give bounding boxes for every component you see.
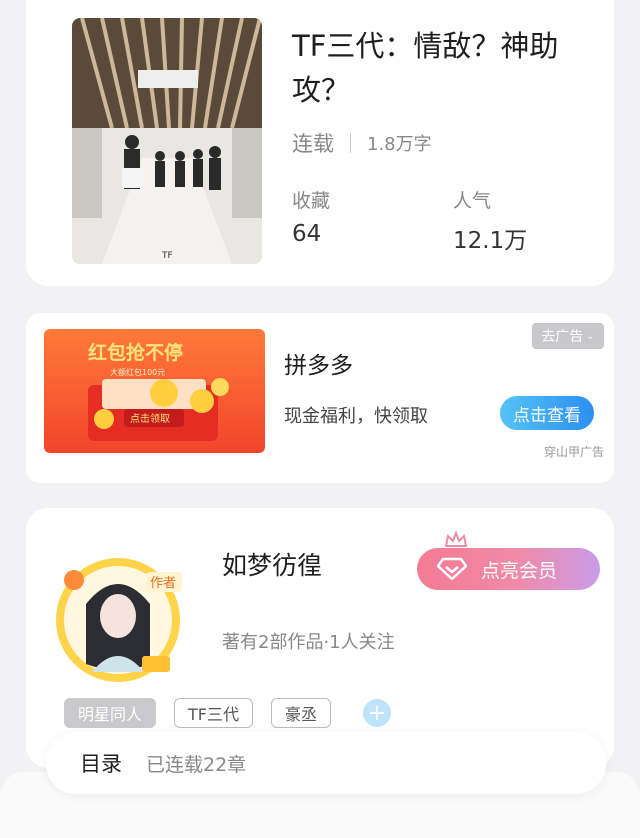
cover-brand-text: TF [161,251,173,261]
book-cover[interactable]: TF [72,18,262,264]
ad-image-button: 点击领取 [130,412,170,425]
ad-description: 现金福利，快领取 [284,406,428,427]
add-tag-icon[interactable]: + [363,699,392,727]
popularity-stat: 人气 12.1万 [453,186,527,255]
author-card: 作者 如梦彷徨 著有2部作品·1人关注 点亮会员 明星同人 TF三代 豪丞 + [26,508,614,768]
ad-source: 穿山甲广告 [543,445,604,459]
toc-chapter-count: 已连载22章 [146,753,247,776]
favorites-label: 收藏 [292,190,331,212]
favorites-value: 64 [292,221,322,247]
book-meta: 连载 1.8万字 [292,128,432,158]
ad-cta-button[interactable]: 点击查看 [500,396,594,430]
tag-item[interactable]: 明星同人 [64,698,157,728]
book-title: TF三代：情敌？神助攻？ [292,29,559,107]
author-avatar[interactable]: 作者 [46,544,190,688]
favorites-stat: 收藏 64 [292,186,330,247]
vip-label: 点亮会员 [481,559,558,582]
tag-list: 明星同人 TF三代 豪丞 + [64,698,392,728]
author-badge-text: 作者 [150,576,176,591]
author-works: 著有2部作品·1人关注 [222,632,395,653]
ad-card[interactable]: 红包抢不停 大额红包100元 点击领取 拼多多 现金福利，快领取 去广告 ⌄ 点… [26,313,614,483]
tag-item[interactable]: 豪丞 [271,698,332,728]
popularity-value: 12.1万 [453,228,528,254]
author-name: 如梦彷徨 [222,551,323,580]
ad-image[interactable]: 红包抢不停 大额红包100元 点击领取 [44,329,265,453]
meta-divider [350,133,351,153]
ad-title: 拼多多 [284,353,353,379]
toc-bar[interactable]: 目录 已连载22章 [46,732,606,794]
remove-ad-button[interactable]: 去广告 ⌄ [532,323,604,349]
ad-image-subtext: 大额红包100元 [110,367,165,377]
tag-item[interactable]: TF三代 [174,698,253,728]
diamond-icon [437,557,467,581]
popularity-label: 人气 [453,190,492,212]
book-info-card: TF TF三代：情敌？神助攻？ 连载 1.8万字 收藏 64 人气 12.1万 [26,0,614,286]
chevron-down-icon: ⌄ [586,330,595,342]
crown-icon [444,530,468,547]
book-status: 连载 [292,132,334,156]
book-word-count: 1.8万字 [367,134,432,155]
vip-button[interactable]: 点亮会员 [417,548,600,590]
ad-image-headline: 红包抢不停 [88,341,183,364]
toc-title: 目录 [80,752,122,776]
remove-ad-label: 去广告 [541,329,584,345]
